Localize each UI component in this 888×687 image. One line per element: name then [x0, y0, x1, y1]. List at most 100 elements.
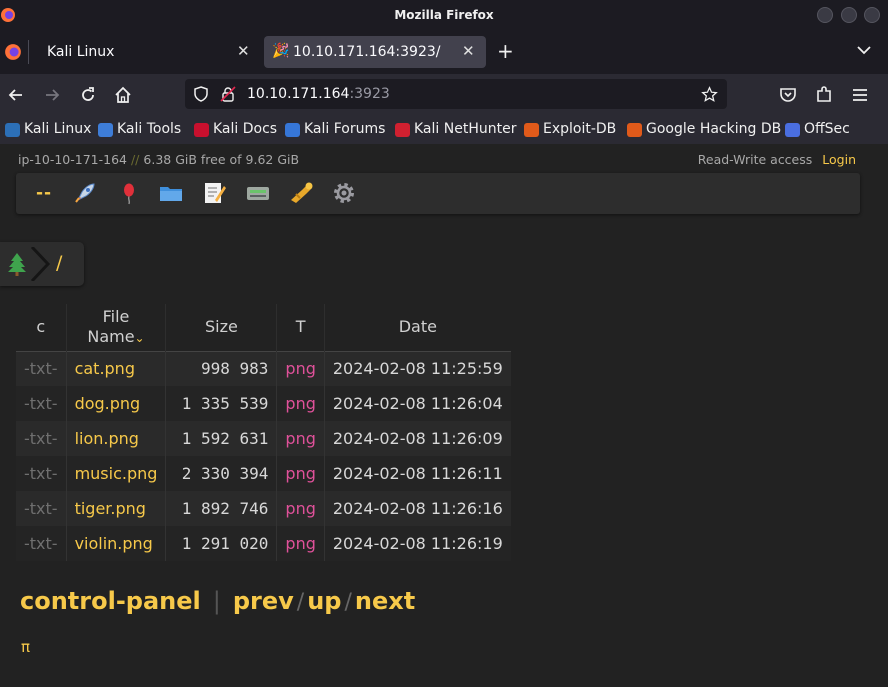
file-link[interactable]: lion.png	[66, 421, 167, 456]
row-tag[interactable]: -txt-	[16, 456, 67, 491]
kali-dragon-icon	[5, 123, 20, 137]
file-link[interactable]: music.png	[66, 456, 167, 491]
table-row: -txt- cat.png 998 983 png 2024-02-08 11:…	[16, 351, 511, 386]
tab-label: Kali Linux	[47, 44, 115, 60]
navigation-toolbar: 10.10.171.164:3923	[0, 74, 888, 116]
footer-nav: control-panel | prev / up / next	[20, 587, 415, 615]
tab-close-icon[interactable]: ✕	[462, 42, 475, 60]
window-titlebar: Mozilla Firefox	[0, 0, 888, 30]
url-port: :3923	[349, 86, 390, 102]
minimize-button[interactable]	[817, 7, 833, 23]
bookmark-star-icon[interactable]	[701, 86, 718, 103]
footer-slash: /	[296, 590, 305, 615]
extensions-puzzle-icon[interactable]	[814, 85, 834, 105]
gear-icon[interactable]	[331, 180, 357, 206]
file-link[interactable]: violin.png	[66, 526, 167, 561]
header-text: Name	[87, 326, 135, 346]
file-date: 2024-02-08 11:26:09	[332, 429, 503, 448]
folder-icon[interactable]	[158, 180, 184, 206]
balloon-icon[interactable]	[116, 180, 142, 206]
column-header-type[interactable]: T	[276, 304, 325, 351]
file-size: 1 892 746	[165, 491, 278, 526]
up-link[interactable]: up	[307, 587, 341, 615]
list-all-tabs-icon[interactable]	[856, 42, 872, 58]
row-tag[interactable]: -txt-	[16, 491, 67, 526]
tab-copyparty[interactable]: 🎉 10.10.171.164:3923/ ✕	[264, 36, 486, 68]
file-date: 2024-02-08 11:25:59	[332, 359, 503, 379]
reload-icon[interactable]	[78, 85, 98, 105]
sort-descending-icon: ⌄	[134, 330, 145, 345]
file-size: 1 592 631	[165, 421, 278, 456]
row-tag[interactable]: -txt-	[16, 421, 67, 456]
file-link[interactable]: dog.png	[66, 386, 167, 421]
pi-link[interactable]: π	[21, 638, 30, 656]
file-link[interactable]: cat.png	[66, 351, 167, 386]
prev-link[interactable]: prev	[233, 587, 294, 615]
access-info: Read-Write access Login	[698, 152, 856, 167]
footer-divider: |	[212, 587, 221, 615]
table-row: -txt- dog.png 1 335 539 png 2024-02-08 1…	[16, 386, 511, 421]
breadcrumb-root[interactable]: /	[56, 252, 62, 274]
server-info: ip-10-10-171-164 // 6.38 GiB free of 9.6…	[18, 152, 299, 167]
operations-bar: --	[16, 173, 860, 214]
new-tab-button[interactable]: +	[497, 40, 514, 62]
tab-kali-linux[interactable]: Kali Linux ✕	[36, 36, 258, 68]
bookmark-label: OffSec	[804, 121, 850, 137]
file-date: 2024-02-08 11:26:11	[332, 464, 503, 483]
file-size: 2 330 394	[165, 456, 278, 491]
close-window-button[interactable]	[864, 7, 880, 23]
tab-close-icon[interactable]: ✕	[237, 42, 250, 60]
window-title: Mozilla Firefox	[394, 8, 494, 22]
file-link[interactable]: tiger.png	[66, 491, 167, 526]
rocket-icon[interactable]	[72, 180, 98, 206]
ops-collapse-button[interactable]: --	[36, 183, 52, 203]
disk-free: 6.38 GiB free of 9.62 GiB	[143, 152, 300, 167]
bookmark-label: Exploit-DB	[543, 121, 617, 137]
kali-docs-icon	[194, 123, 209, 137]
trumpet-icon[interactable]	[288, 180, 314, 206]
footer-slash: /	[344, 590, 352, 615]
tab-separator	[28, 40, 29, 64]
tab-bar: Kali Linux ✕ 🎉 10.10.171.164:3923/ ✕ +	[0, 30, 888, 74]
breadcrumb-chevron-icon	[30, 247, 51, 281]
next-link[interactable]: next	[355, 587, 415, 615]
back-arrow-icon[interactable]	[6, 85, 26, 105]
url-bar[interactable]: 10.10.171.164:3923	[185, 79, 727, 109]
pocket-icon[interactable]	[778, 85, 798, 105]
exploit-db-icon	[524, 123, 539, 137]
tab-label: 10.10.171.164:3923/	[293, 44, 441, 60]
header-text: File	[102, 306, 130, 326]
row-tag[interactable]: -txt-	[16, 526, 67, 561]
file-type: png	[276, 421, 325, 456]
row-tag[interactable]: -txt-	[16, 351, 67, 386]
column-header-size[interactable]: Size	[165, 304, 278, 351]
insecure-lock-icon[interactable]	[220, 86, 236, 102]
home-icon[interactable]	[113, 85, 133, 105]
login-link[interactable]: Login	[822, 152, 856, 167]
shield-icon[interactable]	[193, 86, 209, 102]
column-header-file-name[interactable]: File Name⌄	[66, 304, 167, 351]
file-table: c File Name⌄ Size T Date -txt- cat.png 9…	[16, 304, 511, 561]
firefox-view-icon[interactable]	[4, 43, 22, 61]
column-header-date[interactable]: Date	[324, 304, 510, 351]
file-date: 2024-02-08 11:26:16	[332, 499, 503, 518]
table-row: -txt- tiger.png 1 892 746 png 2024-02-08…	[16, 491, 511, 526]
maximize-button[interactable]	[841, 7, 857, 23]
column-header-c[interactable]: c	[16, 304, 67, 351]
file-type: png	[276, 456, 325, 491]
tree-icon[interactable]	[6, 252, 28, 276]
terminal-icon[interactable]	[245, 180, 271, 206]
file-type: png	[276, 386, 325, 421]
url-text[interactable]: 10.10.171.164:3923	[247, 86, 390, 102]
table-row: -txt- music.png 2 330 394 png 2024-02-08…	[16, 456, 511, 491]
control-panel-link[interactable]: control-panel	[20, 587, 201, 615]
memo-icon[interactable]	[201, 180, 227, 206]
file-size: 1 335 539	[165, 386, 278, 421]
row-tag[interactable]: -txt-	[16, 386, 67, 421]
nethunter-icon	[395, 123, 410, 137]
hamburger-menu-icon[interactable]	[850, 85, 870, 105]
bookmarks-toolbar: Kali Linux Kali Tools Kali Docs Kali For…	[0, 116, 888, 144]
bookmark-label: Kali Docs	[213, 121, 278, 137]
breadcrumb: /	[0, 242, 84, 286]
forward-arrow-icon[interactable]	[42, 85, 62, 105]
